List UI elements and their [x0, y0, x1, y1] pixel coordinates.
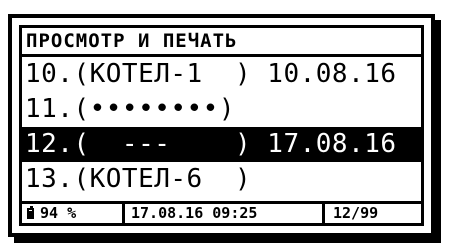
record-list: 10.(КОТЕЛ-1 ) 10.08.16 11.(••••••••) 12.…: [22, 57, 421, 197]
datetime: 17.08.16 09:25: [125, 204, 325, 223]
display-frame: ПРОСМОТР И ПЕЧАТЬ 10.(КОТЕЛ-1 ) 10.08.16…: [19, 25, 424, 226]
battery-status: 94 %: [22, 204, 125, 223]
status-bar: 94 % 17.08.16 09:25 12/99: [22, 201, 421, 223]
battery-level: 94 %: [40, 204, 77, 222]
page-counter: 12/99: [333, 204, 379, 222]
record-row[interactable]: 10.(КОТЕЛ-1 ) 10.08.16: [22, 57, 421, 92]
lcd-screen: ПРОСМОТР И ПЕЧАТЬ 10.(КОТЕЛ-1 ) 10.08.16…: [8, 14, 435, 237]
record-row[interactable]: 11.(••••••••): [22, 92, 421, 127]
record-row[interactable]: 13.(КОТЕЛ-6 ): [22, 162, 421, 197]
battery-icon: [27, 206, 34, 219]
screen-title: ПРОСМОТР И ПЕЧАТЬ: [22, 28, 421, 57]
record-row-selected[interactable]: 12.( --- ) 17.08.16: [22, 127, 421, 162]
